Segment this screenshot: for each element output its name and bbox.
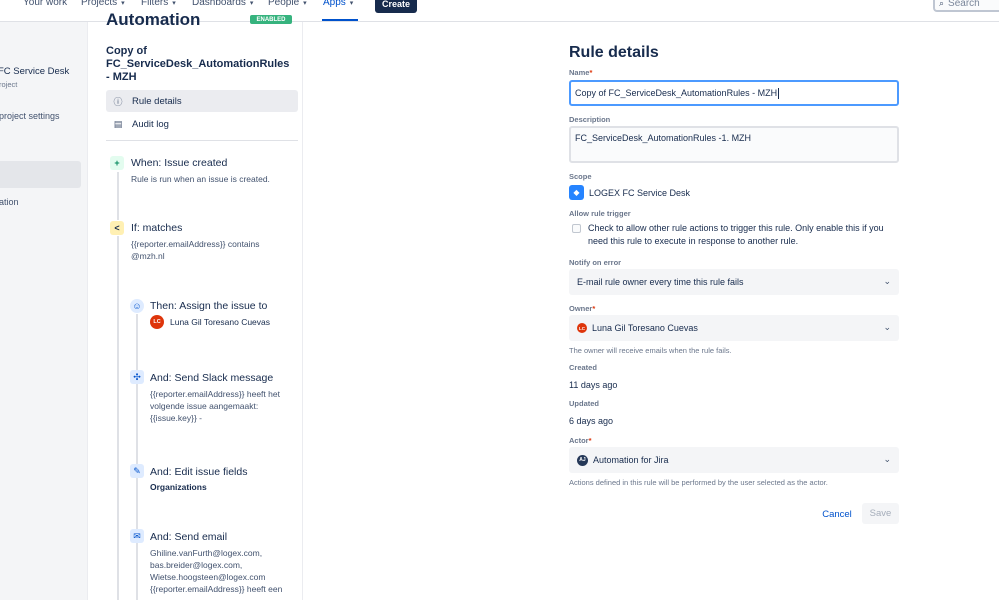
- notify-label: Notify on error: [569, 258, 622, 267]
- description-textarea[interactable]: FC_ServiceDesk_AutomationRules -1. MZH: [569, 126, 899, 163]
- sidebar-item-project-settings[interactable]: project settings: [0, 111, 60, 121]
- description-label: Description: [569, 115, 611, 124]
- text-caret: [778, 87, 780, 99]
- allow-trigger-checkbox[interactable]: [572, 224, 581, 233]
- edit-action-title[interactable]: And: Edit issue fields: [150, 466, 247, 478]
- chevron-down-icon: ▾: [349, 0, 354, 7]
- trigger-plus-icon: +: [110, 156, 124, 170]
- email-envelope-icon: ✉: [130, 529, 144, 543]
- owner-select[interactable]: LC Luna Gil Toresano Cuevas ⌄: [569, 315, 899, 341]
- chevron-down-icon: ▾: [121, 0, 125, 7]
- rule-name-input[interactable]: Copy of FC_ServiceDesk_AutomationRules -…: [569, 80, 899, 106]
- avatar: LC: [150, 315, 164, 329]
- rule-name-value: Copy of FC_ServiceDesk_AutomationRules -…: [575, 88, 778, 98]
- name-label: Name*: [569, 68, 593, 77]
- nav-label: Dashboards: [192, 0, 246, 8]
- updated-label: Updated: [569, 399, 599, 408]
- menu-item-audit-log[interactable]: ▤ Audit log: [106, 113, 298, 135]
- chevron-down-icon: ▾: [249, 0, 254, 7]
- created-value: 11 days ago: [569, 380, 618, 390]
- condition-description: {{reporter.emailAddress}} contains @mzh.…: [131, 239, 260, 261]
- condition-branch-icon: <: [110, 221, 124, 235]
- scope-label: Scope: [569, 172, 592, 181]
- assign-action-title[interactable]: Then: Assign the issue to: [150, 300, 267, 312]
- assignee: LC Luna Gil Toresano Cuevas: [150, 315, 270, 329]
- sidebar-item-automation[interactable]: ation: [0, 197, 19, 207]
- created-label: Created: [569, 363, 597, 372]
- info-icon: ⓘ: [113, 96, 123, 107]
- document-icon: ▤: [113, 118, 123, 129]
- nav-label: People: [268, 0, 300, 8]
- actor-select[interactable]: AJ Automation for Jira ⌄: [569, 447, 899, 473]
- nav-label: Your work: [23, 0, 68, 8]
- nav-label: Projects: [81, 0, 118, 8]
- nav-label: Apps: [323, 0, 346, 8]
- rule-name-heading: Copy of FC_ServiceDesk_AutomationRules -…: [106, 45, 290, 83]
- nav-label: Filters: [141, 0, 169, 8]
- trigger-description: Rule is run when an issue is created.: [131, 174, 270, 184]
- project-sidebar: FC Service Desk roject project settings …: [0, 22, 88, 600]
- edit-field-name: Organizations: [150, 482, 207, 492]
- nav-filters[interactable]: Filters ▾: [141, 0, 176, 8]
- scope-project-name: LOGEX FC Service Desk: [589, 187, 691, 198]
- notify-on-error-select[interactable]: E-mail rule owner every time this rule f…: [569, 269, 899, 295]
- save-button[interactable]: Save: [862, 503, 899, 524]
- avatar: AJ: [577, 454, 588, 466]
- divider: [106, 140, 298, 141]
- project-name[interactable]: FC Service Desk: [0, 66, 69, 77]
- cancel-button[interactable]: Cancel: [820, 505, 854, 523]
- chevron-down-icon: ⌄: [883, 322, 891, 332]
- search-placeholder: Search: [948, 0, 980, 9]
- timeline-connector: [117, 236, 119, 600]
- condition-title[interactable]: If: matches: [131, 222, 182, 234]
- actor-help-text: Actions defined in this rule will be per…: [569, 478, 828, 487]
- status-badge: ENABLED: [250, 15, 292, 24]
- assignee-name: Luna Gil Toresano Cuevas: [170, 317, 271, 327]
- chevron-down-icon: ▾: [172, 0, 176, 7]
- sidebar-item-active[interactable]: [0, 161, 81, 188]
- menu-item-label: Audit log: [132, 118, 169, 130]
- search-input[interactable]: ⌕ Search: [933, 0, 999, 12]
- project-type: roject: [0, 80, 18, 89]
- owner-label: Owner*: [569, 304, 596, 313]
- email-action-title[interactable]: And: Send email: [150, 531, 227, 543]
- edit-pencil-icon: ✎: [130, 464, 144, 478]
- trigger-title[interactable]: When: Issue created: [131, 157, 227, 169]
- nav-dashboards[interactable]: Dashboards ▾: [192, 0, 253, 8]
- active-nav-indicator: [322, 19, 358, 21]
- nav-projects[interactable]: Projects ▾: [81, 0, 125, 8]
- allow-trigger-row: Check to allow other rule actions to tri…: [572, 222, 902, 248]
- chevron-down-icon: ⌄: [883, 276, 891, 286]
- assign-user-icon: ☺: [130, 299, 144, 313]
- chevron-down-icon: ▾: [303, 0, 307, 7]
- chevron-down-icon: ⌄: [883, 454, 891, 464]
- actor-value: Automation for Jira: [593, 455, 669, 465]
- search-icon: ⌕: [939, 0, 945, 8]
- slack-action-title[interactable]: And: Send Slack message: [150, 372, 273, 384]
- create-button[interactable]: Create: [375, 0, 417, 13]
- allow-trigger-label: Allow rule trigger: [569, 209, 631, 218]
- project-icon: ◆: [569, 185, 584, 200]
- owner-help-text: The owner will receive emails when the r…: [569, 346, 732, 355]
- updated-value: 6 days ago: [569, 416, 614, 426]
- timeline-branch-connector: [136, 314, 138, 600]
- nav-your-work[interactable]: Your work: [23, 0, 67, 8]
- scope-value: ◆ LOGEX FC Service Desk: [569, 185, 690, 200]
- allow-trigger-text: Check to allow other rule actions to tri…: [588, 223, 884, 246]
- jira-logo-icon[interactable]: ⁝: [0, 0, 1, 11]
- timeline-connector: [117, 172, 119, 220]
- slack-icon: ✣: [130, 370, 144, 384]
- nav-apps[interactable]: Apps ▾: [323, 0, 353, 8]
- menu-item-label: Rule details: [132, 95, 182, 107]
- notify-value: E-mail rule owner every time this rule f…: [577, 277, 744, 287]
- email-recipients-text: Ghiline.vanFurth@logex.com, bas.breider@…: [150, 548, 283, 594]
- nav-people[interactable]: People ▾: [268, 0, 307, 8]
- avatar: LC: [577, 323, 587, 333]
- actor-label: Actor*: [569, 436, 592, 445]
- menu-item-rule-details[interactable]: ⓘ Rule details: [106, 90, 298, 112]
- owner-value: Luna Gil Toresano Cuevas: [592, 323, 698, 333]
- slack-message-text: {{reporter.emailAddress}} heeft het volg…: [150, 389, 280, 423]
- page-title: Automation: [106, 10, 201, 29]
- rule-details-heading: Rule details: [569, 44, 659, 61]
